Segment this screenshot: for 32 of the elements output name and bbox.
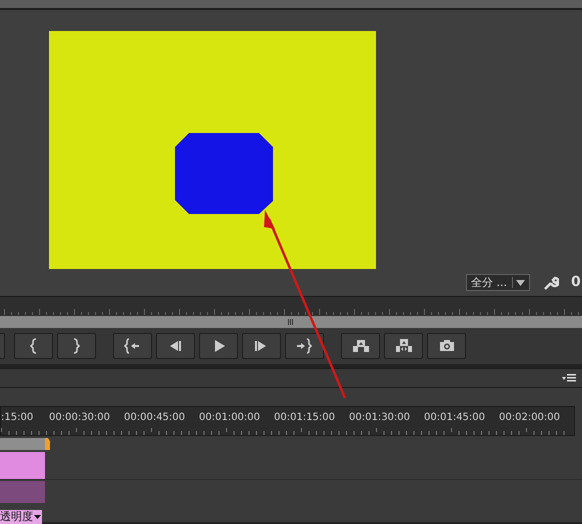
transport-button[interactable] [199,333,238,359]
ruler-label: :15:00 [1,411,34,425]
caret-icon [516,280,525,286]
timecode: 0 [571,273,581,291]
grip-icon [288,319,294,325]
zoom-dropdown[interactable]: 全分 ... [466,274,530,291]
transport-button[interactable] [384,333,423,359]
go-to-out-icon [296,336,314,356]
video-clip[interactable] [0,481,45,503]
ruler-label: 00:00:30:00 [49,411,110,425]
transport-button[interactable] [242,333,281,359]
go-to-in-icon [124,336,142,356]
transport-button[interactable] [156,333,195,359]
ruler-label: 00:01:00:00 [199,411,260,425]
video-clip[interactable] [0,452,45,479]
transport-button[interactable] [14,333,53,359]
ruler-label: 00:01:45:00 [424,411,486,425]
transport-button[interactable] [57,333,96,359]
wrench-icon[interactable] [543,275,559,291]
mark-out-icon [72,338,80,354]
caret-icon [34,515,41,520]
transport-button[interactable] [341,333,380,359]
opacity-dropdown[interactable]: 透明度 [0,510,42,524]
ruler-label: 00:00:45:00 [124,411,186,425]
panel-menu-icon[interactable] [562,374,576,382]
transport-button[interactable] [427,333,466,359]
ruler-label: 00:01:15:00 [274,411,336,425]
mark-in-icon [30,338,38,354]
transport-button[interactable] [285,333,324,359]
ruler-label: 00:01:30:00 [349,411,410,425]
ruler-label: 00:02:00:00 [499,411,560,425]
transport-button[interactable] [113,333,152,359]
